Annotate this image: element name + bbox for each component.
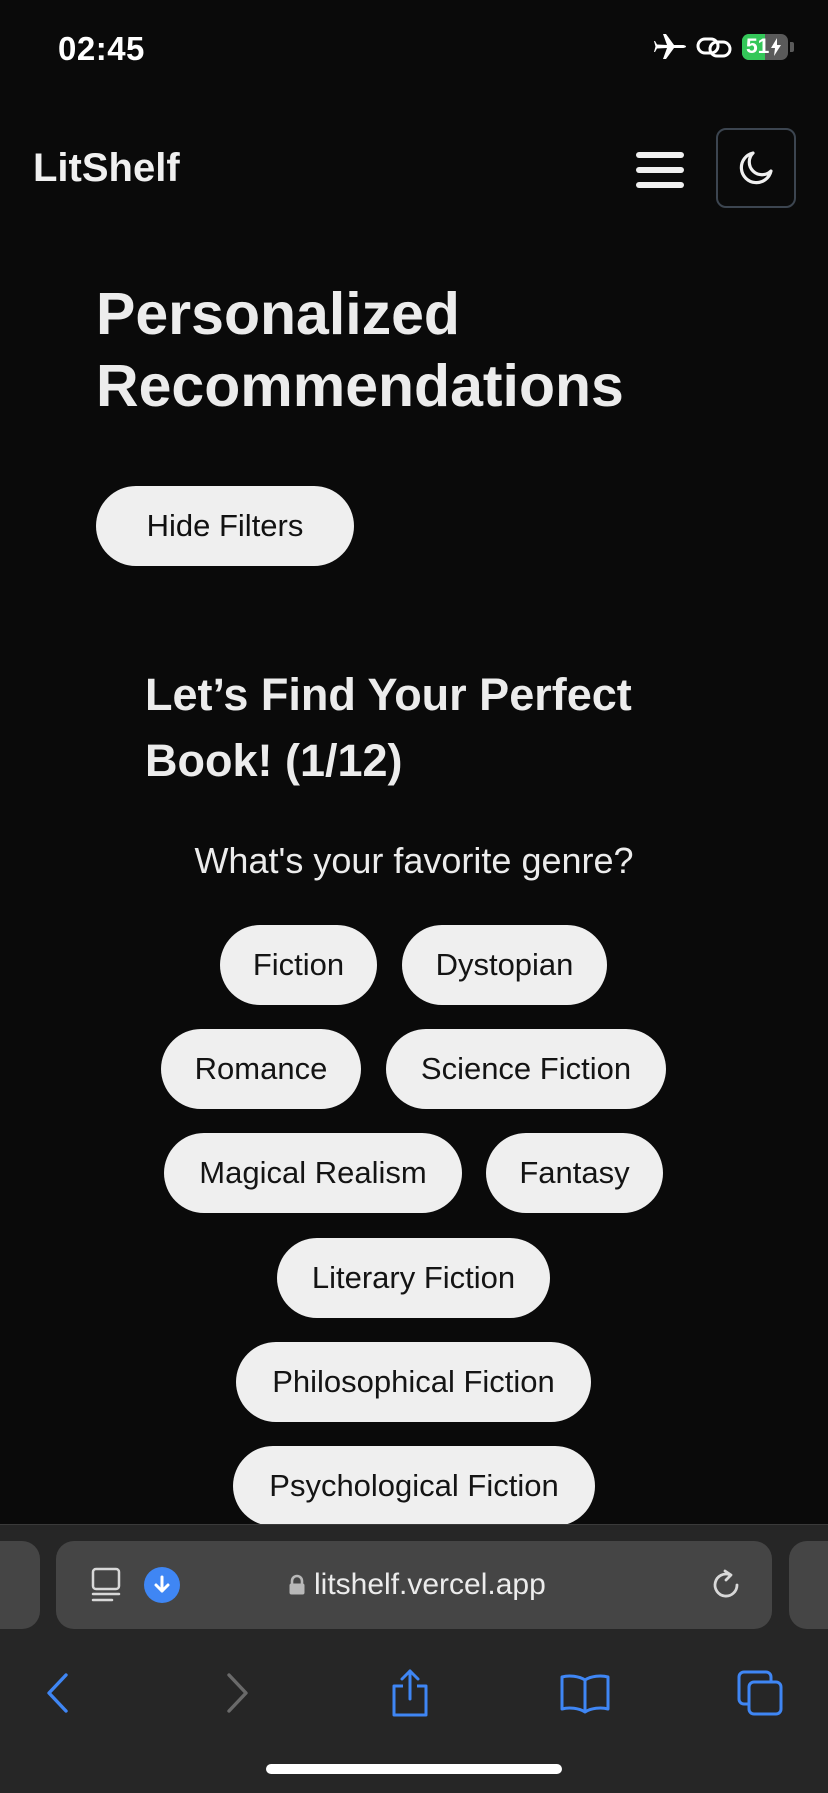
site-logo[interactable]: LitShelf <box>33 146 180 191</box>
next-tab-peek[interactable] <box>789 1541 828 1629</box>
home-indicator[interactable] <box>266 1764 562 1774</box>
genre-option-fantasy[interactable]: Fantasy <box>486 1133 663 1213</box>
download-arrow-icon <box>154 1575 170 1593</box>
browser-toolbar <box>0 1649 828 1749</box>
back-button[interactable] <box>28 1663 88 1723</box>
quiz-title: Let’s Find Your Perfect Book! (1/12) <box>145 669 632 786</box>
lock-icon <box>289 1574 305 1595</box>
genre-option-science-fiction[interactable]: Science Fiction <box>386 1029 666 1109</box>
battery-indicator: 51 <box>742 34 788 60</box>
bookmarks-icon <box>560 1674 610 1714</box>
genre-option-romance[interactable]: Romance <box>161 1029 361 1109</box>
genre-option-philosophical-fiction[interactable]: Philosophical Fiction <box>236 1342 591 1422</box>
hamburger-menu-icon[interactable] <box>636 148 684 192</box>
reload-icon[interactable] <box>708 1567 744 1603</box>
download-icon[interactable] <box>144 1567 180 1603</box>
status-time: 02:45 <box>58 30 145 67</box>
status-icons: 51 <box>654 33 794 61</box>
forward-icon <box>227 1673 248 1713</box>
battery-cap <box>790 42 794 52</box>
charging-bolt-icon <box>771 38 782 56</box>
tabs-button[interactable] <box>730 1663 790 1723</box>
airplane-mode-icon <box>654 34 686 59</box>
site-header: LitShelf <box>0 120 828 220</box>
share-icon <box>392 1669 428 1717</box>
genre-option-magical-realism[interactable]: Magical Realism <box>164 1133 462 1213</box>
battery-percent: 51 <box>746 35 770 58</box>
share-button[interactable] <box>380 1663 440 1723</box>
hamburger-line <box>636 152 684 158</box>
genre-option-dystopian[interactable]: Dystopian <box>402 925 607 1005</box>
theme-toggle-button[interactable] <box>716 128 796 208</box>
hamburger-line <box>636 182 684 188</box>
previous-tab-peek[interactable] <box>0 1541 40 1629</box>
browser-bottom-bar: litshelf.vercel.app <box>0 1524 828 1793</box>
page-title: Personalized Recommendations <box>96 281 624 419</box>
url-text: litshelf.vercel.app <box>314 1568 546 1601</box>
quiz-question: What's your favorite genre? <box>194 840 634 881</box>
hamburger-line <box>636 167 684 173</box>
url-display[interactable]: litshelf.vercel.app <box>288 1567 546 1603</box>
forward-button[interactable] <box>207 1663 267 1723</box>
link-icon <box>696 37 732 58</box>
bookmarks-button[interactable] <box>555 1663 615 1723</box>
genre-option-literary-fiction[interactable]: Literary Fiction <box>277 1238 550 1318</box>
genre-option-psychological-fiction[interactable]: Psychological Fiction <box>233 1446 595 1526</box>
address-bar[interactable]: litshelf.vercel.app <box>56 1541 772 1629</box>
tabs-icon <box>737 1670 783 1716</box>
status-bar: 02:45 51 <box>0 0 828 100</box>
genre-option-fiction[interactable]: Fiction <box>220 925 377 1005</box>
moon-icon <box>739 151 773 185</box>
hide-filters-button[interactable]: Hide Filters <box>96 486 354 566</box>
tab-overview-icon[interactable] <box>90 1567 122 1603</box>
back-icon <box>47 1673 68 1713</box>
